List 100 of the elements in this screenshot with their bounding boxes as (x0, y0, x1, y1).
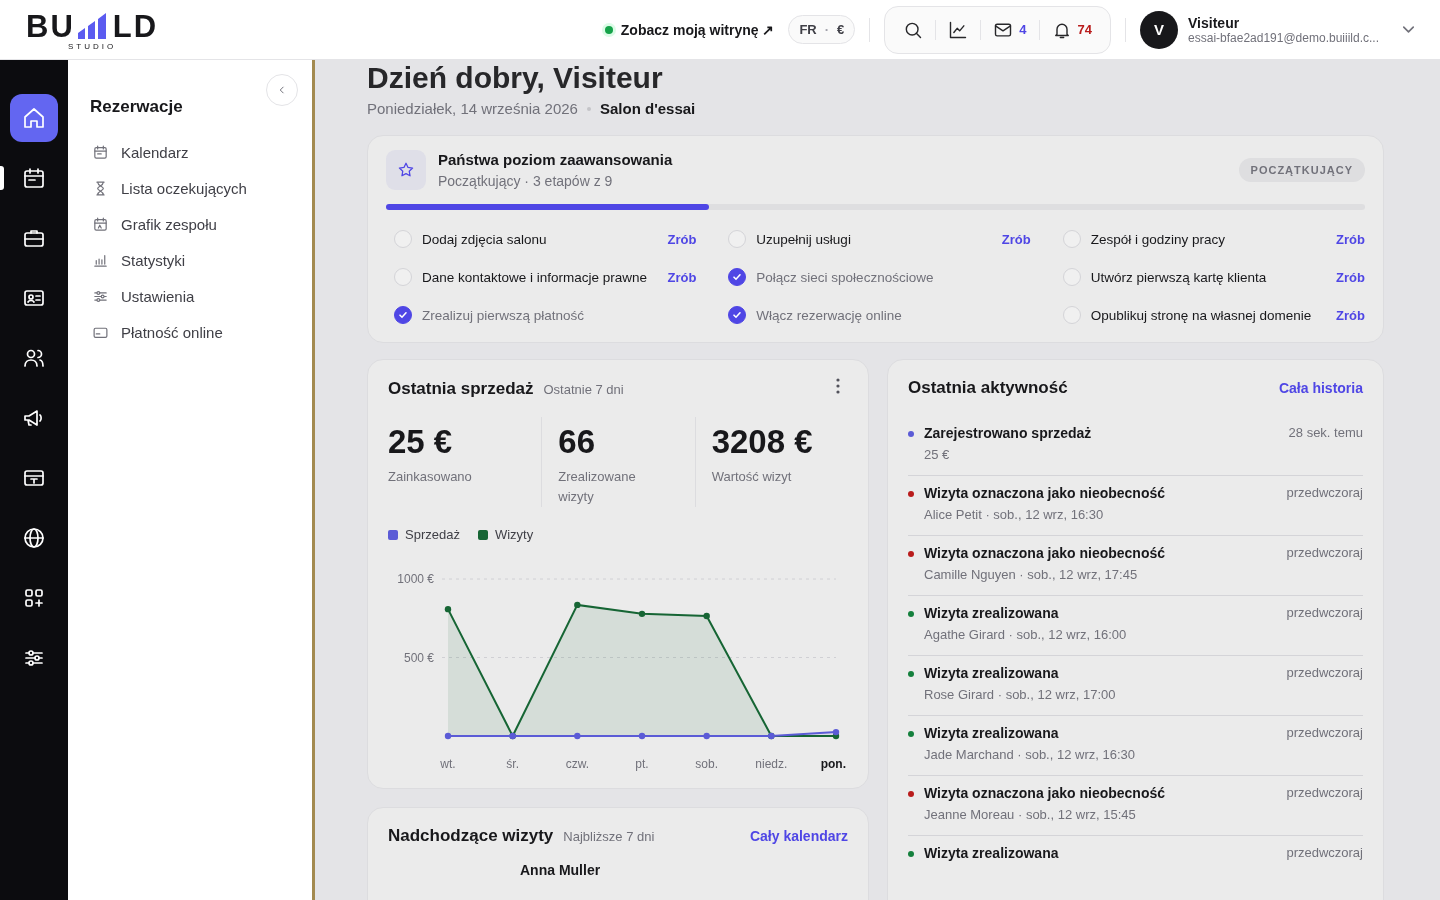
activity-detail: Jeanne Moreau · sob., 12 wrz, 15:45 (924, 806, 1137, 824)
stat-label: Zrealizowane wizyty (558, 468, 637, 506)
data-point (638, 732, 646, 740)
progress-title: Państwa poziom zaawansowania (438, 151, 673, 168)
activity-title: Wizyta oznaczona jako nieobecność (924, 544, 1166, 562)
logo-text: BU (26, 12, 75, 41)
sidebar-item[interactable]: Ustawienia (90, 279, 290, 314)
data-point (444, 732, 452, 740)
task-link[interactable]: Zrób (1001, 231, 1031, 247)
apps-icon (22, 586, 46, 610)
sidebar-item[interactable]: Lista oczekujących (90, 171, 290, 206)
task-label: Opublikuj stronę na własnej domenie (1090, 307, 1312, 323)
activity-time: przedwczoraj (1286, 724, 1363, 742)
data-point (703, 732, 710, 740)
card-title: Ostatnia sprzedaż (388, 379, 534, 399)
card-title: Nadchodzące wizyty (388, 826, 554, 846)
task-link[interactable]: Zrób (1336, 231, 1365, 247)
level-badge: POCZĄTKUJĄCY (1238, 158, 1365, 182)
checkbox[interactable] (728, 268, 747, 286)
task-link[interactable]: Zrób (1336, 307, 1365, 323)
task-label: Dodaj zdjęcia salonu (422, 231, 547, 247)
legend-label: Wizyty (494, 527, 534, 542)
calendar-icon (92, 216, 109, 233)
rail-item[interactable] (10, 94, 58, 142)
sidebar-item[interactable]: Grafik zespołu (90, 207, 290, 242)
stat-value: 66 (558, 423, 597, 461)
x-tick-label: czw. (565, 757, 589, 771)
task-label: Zespół i godziny pracy (1090, 231, 1225, 247)
activity-time: przedwczoraj (1286, 604, 1363, 622)
check-icon (732, 272, 743, 282)
task-link[interactable]: Zrób (667, 231, 697, 247)
greeting-heading: Dzień dobry, Visiteur (367, 60, 664, 94)
data-point (574, 601, 581, 609)
activity-detail: Camille Nguyen · sob., 12 wrz, 17:45 (924, 566, 1139, 584)
y-tick-label: 500 € (403, 650, 434, 665)
activity-time: 28 sek. temu (1288, 424, 1363, 442)
activity-detail: Agathe Girard · sob., 12 wrz, 16:00 (924, 626, 1127, 644)
date-text: Poniedziałek, 14 września 2026 (367, 100, 578, 117)
activity-time: przedwczoraj (1286, 544, 1363, 562)
checkbox[interactable] (728, 306, 747, 324)
task-link[interactable]: Zrób (1336, 269, 1365, 285)
activity-title: Wizyta zrealizowana (924, 664, 1060, 682)
notifications-button[interactable]: 74 (1039, 13, 1105, 46)
activity-title: Wizyta zrealizowana (924, 844, 1059, 862)
globe-icon (22, 526, 46, 550)
activity-time: przedwczoraj (1286, 664, 1363, 682)
x-tick-label: pt. (635, 757, 649, 771)
activity-time: przedwczoraj (1286, 844, 1363, 862)
activity-time: przedwczoraj (1286, 784, 1363, 802)
task-label: Włącz rezerwację online (756, 307, 902, 323)
client-name: Anna Muller (520, 862, 602, 878)
card-title: Ostatnia aktywność (908, 378, 1068, 398)
x-tick-label: niedz. (755, 757, 788, 771)
activity-title: Wizyta oznaczona jako nieobecność (924, 784, 1166, 802)
progress-subtitle: Początkujący · 3 etapów z 9 (438, 173, 614, 189)
activity-title: Wizyta zrealizowana (924, 724, 1060, 742)
site-link[interactable]: Zobacz moją witrynę ↗ (604, 21, 775, 38)
legend-swatch (477, 529, 488, 540)
stat-value: 25 € (388, 423, 454, 461)
data-point (574, 732, 581, 740)
stat-label: Zainkasowano (388, 468, 473, 486)
star-icon (397, 161, 415, 179)
task-link[interactable]: Zrób (667, 269, 697, 285)
calendar-icon (92, 144, 109, 161)
x-tick-label: sob. (695, 757, 718, 771)
messages-button[interactable]: 4 (981, 13, 1039, 46)
legend-label: Sprzedaż (405, 527, 460, 542)
sidebar-item[interactable]: Statystyki (90, 243, 290, 278)
chevron-down-icon[interactable] (1403, 26, 1414, 33)
home-icon (22, 106, 46, 130)
checkbox[interactable] (394, 306, 412, 324)
task-label: Zrealizuj pierwszą płatność (422, 307, 585, 323)
calendar-link[interactable]: Cały kalendarz (749, 828, 848, 844)
task-label: Dane kontaktowe i informacje prawne (422, 269, 648, 285)
stat-value: 3208 € (711, 423, 814, 461)
avatar[interactable]: V (1140, 10, 1179, 49)
activity-detail: Rose Girard · sob., 12 wrz, 17:00 (924, 686, 1116, 704)
x-tick-label: śr. (506, 757, 519, 771)
stat-label: Wartość wizyt (711, 468, 793, 486)
locale-button[interactable]: FR · € (788, 15, 856, 44)
check-icon (398, 310, 408, 320)
card-subtitle: Najbliższe 7 dni (563, 829, 655, 844)
legend-swatch (388, 529, 398, 540)
sidebar-item[interactable]: Kalendarz (90, 135, 290, 170)
logo-tagline: STUDIO (67, 41, 117, 51)
task-label: Połącz sieci społecznościowe (756, 269, 934, 285)
more-icon (836, 378, 840, 394)
line-chart-icon (948, 19, 969, 40)
user-email: essai-bfae2ad191@demo.buiiild.c... (1188, 30, 1379, 45)
logo-text: LD (112, 12, 159, 41)
calendar-icon (22, 166, 46, 190)
data-point (638, 610, 646, 618)
x-tick-label: pon. (820, 757, 846, 771)
y-tick-label: 1000 € (397, 572, 434, 586)
data-point (703, 612, 710, 620)
activity-time: przedwczoraj (1286, 484, 1363, 502)
history-link[interactable]: Cała historia (1278, 380, 1363, 396)
sidebar-item[interactable]: Płatność online (90, 315, 290, 350)
activity-title: Wizyta zrealizowana (924, 604, 1060, 622)
activity-detail: Alice Petit · sob., 12 wrz, 16:30 (924, 506, 1105, 524)
